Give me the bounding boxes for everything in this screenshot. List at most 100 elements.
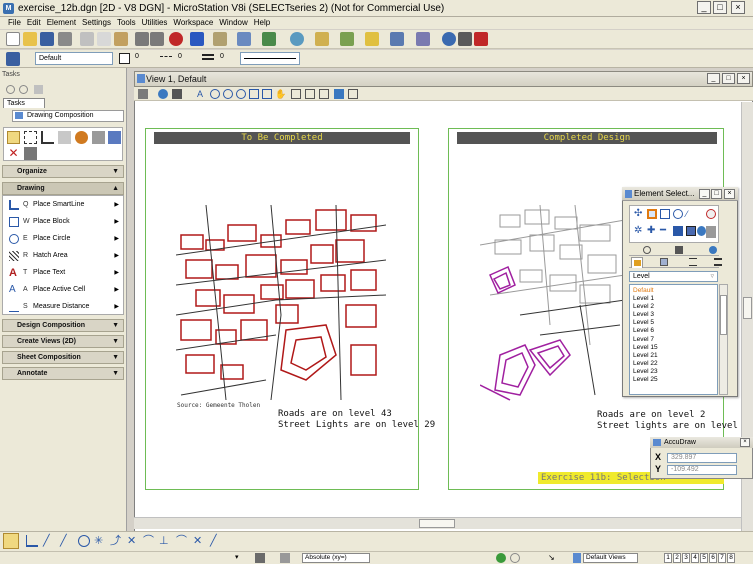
info-icon[interactable]: [442, 32, 456, 46]
tasks-tab[interactable]: Tasks: [3, 98, 45, 108]
tab-style-icon[interactable]: [689, 258, 697, 266]
print-icon[interactable]: [58, 32, 72, 46]
select-line-icon[interactable]: ⁄: [686, 209, 696, 219]
copy-icon[interactable]: [97, 32, 111, 46]
modify-icon[interactable]: [108, 131, 121, 144]
es-maximize-button[interactable]: □: [711, 189, 722, 199]
color-swatch[interactable]: [119, 53, 130, 64]
menu-element[interactable]: Element: [47, 17, 76, 29]
section-annotate[interactable]: Annotate ▼: [2, 367, 124, 380]
view-previous-icon[interactable]: [291, 89, 301, 99]
menu-settings[interactable]: Settings: [82, 17, 111, 29]
deselect-icon[interactable]: [706, 209, 716, 219]
attributes-icon[interactable]: [213, 32, 227, 46]
status-lock-icon[interactable]: [255, 553, 265, 563]
window-area-icon[interactable]: [223, 89, 233, 99]
line-style-icon[interactable]: [160, 56, 172, 57]
fence-icon[interactable]: [24, 131, 37, 144]
nav-forward-icon[interactable]: [510, 553, 520, 563]
view-number-2[interactable]: 2: [673, 553, 681, 563]
color-index[interactable]: 0: [135, 53, 139, 60]
open-folder-icon[interactable]: [23, 32, 37, 46]
search-icon[interactable]: [390, 32, 404, 46]
cells-icon[interactable]: [315, 32, 329, 46]
zoom-in-icon[interactable]: A: [197, 89, 207, 99]
tab-weight-icon[interactable]: [714, 258, 722, 266]
pan-view-icon[interactable]: [262, 89, 272, 99]
cut-icon[interactable]: [80, 32, 94, 46]
levels-icon[interactable]: [237, 32, 251, 46]
select-circle-icon[interactable]: [673, 209, 683, 219]
menu-file[interactable]: File: [8, 17, 21, 29]
tool-place-active-cell[interactable]: A A Place Active Cell ▶: [3, 282, 123, 298]
level-list-scrollbar[interactable]: [719, 284, 728, 395]
line-weight-preview[interactable]: [240, 52, 300, 65]
select-mode-invert-icon[interactable]: [673, 226, 683, 236]
back-icon[interactable]: [6, 85, 15, 94]
update-view-icon[interactable]: [172, 89, 182, 99]
close-button[interactable]: ×: [731, 1, 745, 14]
level-item[interactable]: Level 1: [630, 295, 717, 303]
select-arrow-icon[interactable]: ✣: [634, 209, 644, 219]
section-organize[interactable]: Organize ▼: [2, 165, 124, 178]
level-manager-icon[interactable]: [6, 52, 20, 66]
minimize-button[interactable]: _: [697, 1, 711, 14]
snap-parallel-icon[interactable]: ⌒: [176, 535, 188, 547]
forward-icon[interactable]: [19, 85, 28, 94]
coordinate-mode-combo[interactable]: Absolute (xy=): [302, 553, 370, 563]
tool-hatch-area[interactable]: R Hatch Area ▶: [3, 248, 123, 264]
snap-midpoint-icon[interactable]: ╱: [43, 535, 55, 547]
snap-origin-icon[interactable]: ✳: [94, 535, 106, 547]
level-item[interactable]: Level 25: [630, 376, 717, 384]
tab-class-icon[interactable]: [709, 246, 717, 254]
settings-icon[interactable]: [458, 32, 472, 46]
undo-icon[interactable]: [135, 32, 149, 46]
snap-keypoint-icon[interactable]: [26, 535, 38, 547]
view-minimize-button[interactable]: _: [707, 73, 720, 84]
tab-color-icon[interactable]: [660, 258, 668, 266]
view-next-icon[interactable]: [305, 89, 315, 99]
views-combo[interactable]: Default Views: [583, 553, 638, 563]
select-mode-new-icon[interactable]: ✲: [634, 226, 644, 236]
es-close-button[interactable]: ×: [724, 189, 735, 199]
manipulate-icon[interactable]: [92, 131, 105, 144]
section-drawing[interactable]: Drawing ▲: [2, 182, 124, 195]
view-number-6[interactable]: 6: [709, 553, 717, 563]
menu-tools[interactable]: Tools: [117, 17, 136, 29]
view-number-4[interactable]: 4: [691, 553, 699, 563]
level-list[interactable]: Default Level 1 Level 2 Level 3 Level 5 …: [629, 284, 718, 395]
tool-place-block[interactable]: W Place Block ▶: [3, 214, 123, 230]
paste-icon[interactable]: [114, 32, 128, 46]
menu-utilities[interactable]: Utilities: [142, 17, 168, 29]
copy-element-icon[interactable]: [58, 131, 71, 144]
view-attributes-icon[interactable]: [138, 89, 148, 99]
tool-measure-distance[interactable]: S Measure Distance ▶: [3, 299, 123, 315]
help-icon[interactable]: [190, 32, 204, 46]
level-filter-header[interactable]: Level ▿: [629, 271, 718, 282]
accudraw-y-field[interactable]: -109.492: [667, 465, 737, 475]
raster-icon[interactable]: [290, 32, 304, 46]
tool-place-circle[interactable]: E Place Circle ▶: [3, 231, 123, 247]
select-block-icon[interactable]: [660, 209, 670, 219]
status-dropdown-icon[interactable]: ▾: [235, 553, 243, 563]
level-item[interactable]: Level 7: [630, 336, 717, 344]
view-options-icon[interactable]: [348, 89, 358, 99]
level-list-scroll-thumb[interactable]: [720, 295, 727, 335]
status-snap-icon[interactable]: [280, 553, 290, 563]
accudraw-x-field[interactable]: 329.897: [667, 453, 737, 463]
select-mode-add-icon[interactable]: ✚: [647, 226, 657, 236]
save-icon[interactable]: [40, 32, 54, 46]
select-more-icon[interactable]: [706, 226, 716, 238]
nav-back-icon[interactable]: [496, 553, 506, 563]
clip-volume-icon[interactable]: [334, 89, 344, 99]
tool-place-smartline[interactable]: Q Place SmartLine ▶: [3, 197, 123, 213]
view-number-1[interactable]: 1: [664, 553, 672, 563]
level-item[interactable]: Level 3: [630, 311, 717, 319]
level-item[interactable]: Level 15: [630, 344, 717, 352]
drop-icon[interactable]: [24, 147, 37, 160]
snap-tangent-icon[interactable]: ⌒: [143, 535, 155, 547]
snap-perpendicular-icon[interactable]: ⊥: [159, 535, 171, 547]
level-item[interactable]: Level 5: [630, 319, 717, 327]
view-number-8[interactable]: 8: [727, 553, 735, 563]
level-combo[interactable]: Default: [35, 52, 113, 65]
